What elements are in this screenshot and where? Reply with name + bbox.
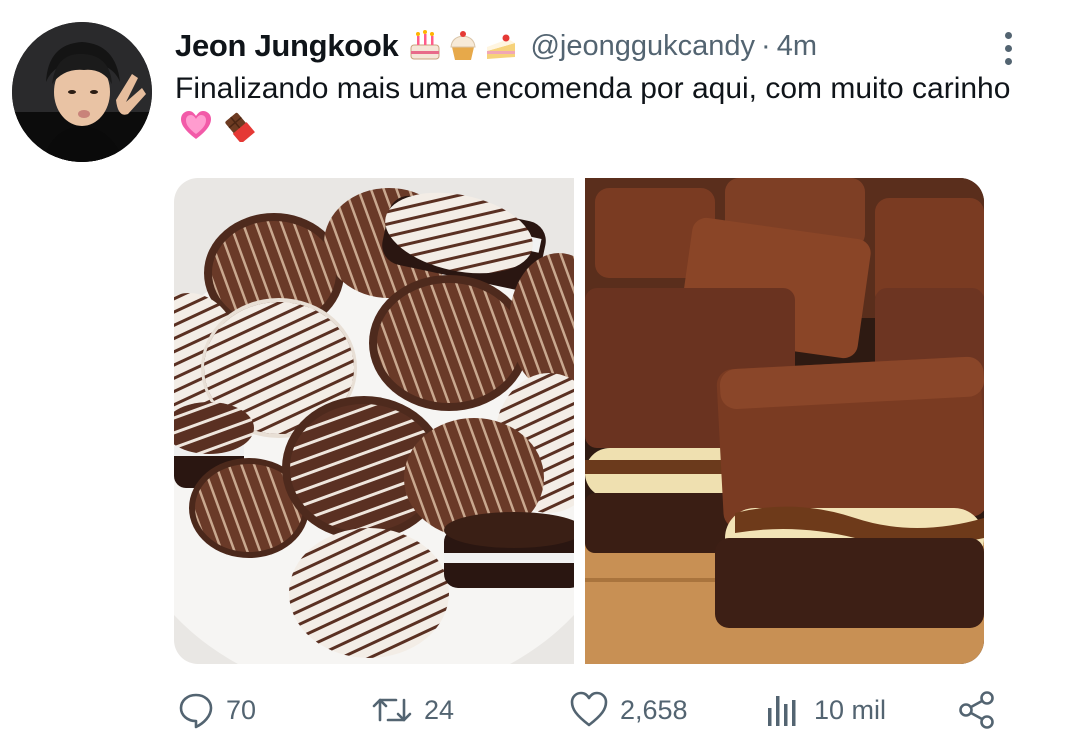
display-name[interactable]: Jeon Jungkook <box>175 28 399 64</box>
separator-dot: · <box>761 29 771 62</box>
birthday-cake-icon <box>410 30 440 60</box>
sparkling-heart-icon <box>181 111 211 139</box>
user-handle[interactable]: @jeonggukcandy <box>530 30 755 63</box>
media-grid <box>174 178 984 664</box>
name-emojis <box>408 29 522 63</box>
tweet-timestamp[interactable]: 4m <box>777 30 817 63</box>
cupcake-icon <box>450 31 477 60</box>
share-icon <box>959 691 994 729</box>
chocolate-bar-icon <box>225 112 256 142</box>
avatar-photo <box>12 22 152 162</box>
action-bar: 70 24 2,658 10 mil <box>174 686 1034 734</box>
views-button[interactable]: 10 mil <box>764 686 886 734</box>
tweet-body: Finalizando mais uma encomenda por aqui,… <box>175 72 1011 105</box>
tweet-header: Jeon Jungkook @jeonggukcandy · 4m <box>175 26 1015 66</box>
avatar[interactable] <box>12 22 152 162</box>
reply-count: 70 <box>226 694 257 725</box>
heart-icon <box>570 691 608 727</box>
tweet-text: Finalizando mais uma encomenda por aqui,… <box>175 70 1015 146</box>
views-count: 10 mil <box>814 694 887 725</box>
stuffed-brownies-photo <box>585 178 984 664</box>
more-options-button[interactable] <box>992 28 1024 68</box>
media-image-1[interactable] <box>174 178 634 664</box>
like-count: 2,658 <box>620 694 688 725</box>
like-button[interactable]: 2,658 <box>568 686 688 734</box>
dot-1 <box>1004 31 1012 39</box>
media-image-2[interactable] <box>585 178 984 664</box>
reply-icon <box>179 693 213 729</box>
chocolate-covered-cookies-photo <box>174 178 634 664</box>
dot-3 <box>1004 57 1012 65</box>
analytics-icon <box>768 696 796 726</box>
shortcake-icon <box>487 34 516 59</box>
retweet-count: 24 <box>424 694 455 725</box>
reply-button[interactable]: 70 <box>176 686 256 734</box>
share-button[interactable] <box>956 686 1008 734</box>
retweet-icon <box>372 698 412 722</box>
dot-2 <box>1004 44 1012 52</box>
retweet-button[interactable]: 24 <box>370 686 454 734</box>
